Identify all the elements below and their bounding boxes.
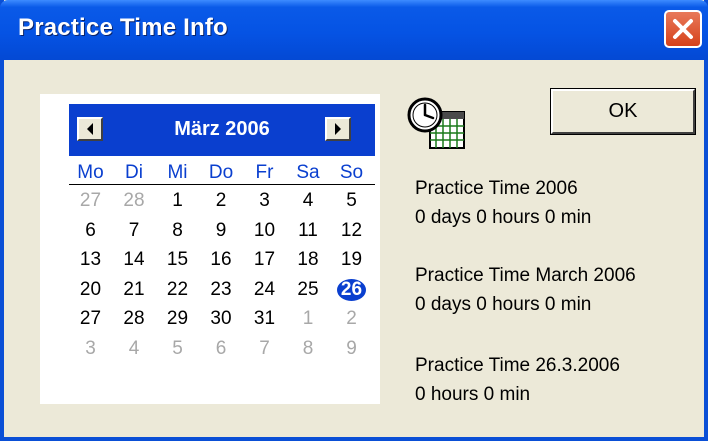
calendar-day[interactable]: 2 <box>330 308 373 330</box>
calendar-day[interactable]: 27 <box>69 190 112 212</box>
calendar-day[interactable]: 18 <box>287 249 330 271</box>
calendar-day[interactable]: 1 <box>156 190 199 212</box>
weekday-label: Do <box>208 162 234 183</box>
weekday-label: So <box>339 162 364 183</box>
weekday-label: Sa <box>296 162 320 183</box>
month-year-label[interactable]: März 2006 <box>119 118 325 141</box>
year-practice-value: 0 days 0 hours 0 min <box>415 207 592 228</box>
calendar-day[interactable]: 2 <box>200 190 243 212</box>
window-title: Practice Time Info <box>18 14 228 41</box>
day-practice-value: 0 hours 0 min <box>415 384 531 405</box>
left-arrow-icon <box>87 123 93 135</box>
calendar-day[interactable]: 27 <box>69 308 112 330</box>
calendar-day[interactable]: 14 <box>113 249 156 271</box>
calendar-day[interactable]: 28 <box>113 190 156 212</box>
dialog-window: Practice Time Info März 2006 Mo Di Mi Do Fr S… <box>0 0 708 441</box>
day-practice-label: Practice Time 26.3.2006 <box>415 355 620 376</box>
calendar-day[interactable]: 21 <box>113 279 156 301</box>
close-button[interactable] <box>664 10 702 48</box>
calendar-day[interactable]: 4 <box>287 190 330 212</box>
calendar-day[interactable]: 29 <box>156 308 199 330</box>
calendar-day[interactable]: 12 <box>330 220 373 242</box>
calendar-day[interactable]: 31 <box>243 308 286 330</box>
next-month-button[interactable] <box>325 117 351 141</box>
close-icon <box>673 19 693 39</box>
calendar-day[interactable]: 10 <box>243 220 286 242</box>
weekday-label: Mo <box>77 162 104 183</box>
calendar-day[interactable]: 3 <box>243 190 286 212</box>
calendar-day[interactable]: 1 <box>287 308 330 330</box>
calendar-header: März 2006 <box>69 104 375 156</box>
calendar-day[interactable]: 22 <box>156 279 199 301</box>
calendar-day-selected[interactable]: 26 <box>330 278 373 301</box>
calendar-day[interactable]: 5 <box>330 190 373 212</box>
calendar-day[interactable]: 17 <box>243 249 286 271</box>
calendar-day[interactable]: 3 <box>69 338 112 360</box>
calendar-day[interactable]: 7 <box>113 220 156 242</box>
month-practice-label: Practice Time March 2006 <box>415 265 636 286</box>
calendar-day[interactable]: 9 <box>330 338 373 360</box>
calendar-day[interactable]: 24 <box>243 279 286 301</box>
calendar-day[interactable]: 4 <box>113 338 156 360</box>
weekday-label: Di <box>125 162 143 183</box>
weekday-label: Fr <box>255 162 274 183</box>
calendar-day[interactable]: 19 <box>330 249 373 271</box>
calendar-day[interactable]: 25 <box>287 279 330 301</box>
prev-month-button[interactable] <box>77 117 103 141</box>
title-bar[interactable]: Practice Time Info <box>0 0 708 60</box>
month-calendar[interactable]: März 2006 Mo Di Mi Do Fr Sa So 27 28 1 2 3 4 5 6 7 8 9 10… <box>40 94 380 404</box>
calendar-day[interactable]: 6 <box>200 338 243 360</box>
calendar-day[interactable]: 30 <box>200 308 243 330</box>
calendar-day[interactable]: 20 <box>69 279 112 301</box>
calendar-day[interactable]: 8 <box>156 220 199 242</box>
calendar-day[interactable]: 5 <box>156 338 199 360</box>
calendar-day[interactable]: 8 <box>287 338 330 360</box>
calendar-day[interactable]: 11 <box>287 220 330 242</box>
calendar-day[interactable]: 28 <box>113 308 156 330</box>
month-practice-value: 0 days 0 hours 0 min <box>415 294 592 315</box>
weekday-label: Mi <box>167 162 188 183</box>
calendar-day[interactable]: 15 <box>156 249 199 271</box>
calendar-day[interactable]: 23 <box>200 279 243 301</box>
year-practice-label: Practice Time 2006 <box>415 178 578 199</box>
calendar-day[interactable]: 13 <box>69 249 112 271</box>
clock-calendar-icon <box>406 96 470 157</box>
calendar-day[interactable]: 7 <box>243 338 286 360</box>
calendar-day[interactable]: 16 <box>200 249 243 271</box>
right-arrow-icon <box>335 123 341 135</box>
weekday-header-row: Mo Di Mi Do Fr Sa So <box>69 162 375 185</box>
calendar-day[interactable]: 6 <box>69 220 112 242</box>
calendar-day[interactable]: 9 <box>200 220 243 242</box>
ok-button[interactable]: OK <box>550 88 696 135</box>
